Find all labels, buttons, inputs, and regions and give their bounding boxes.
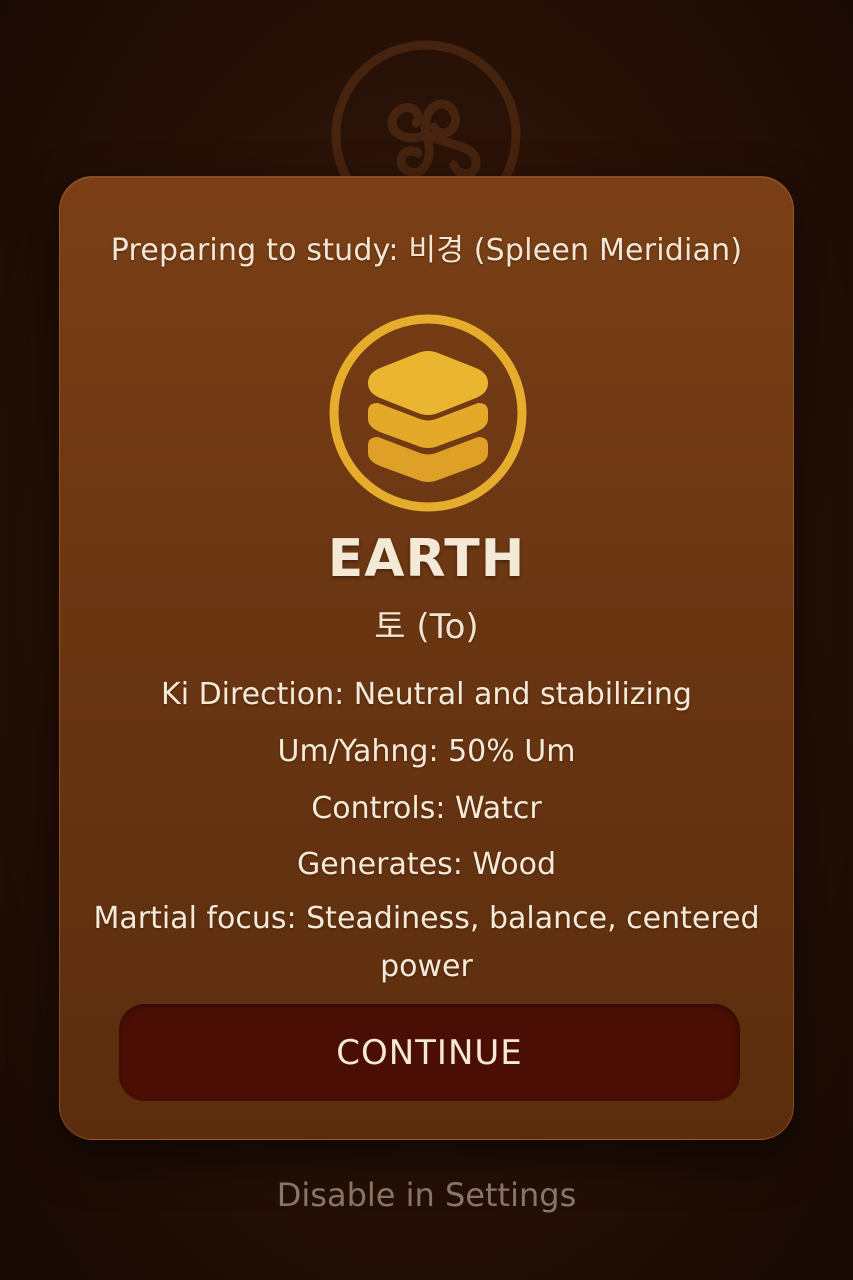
study-heading: Preparing to study: 비경 (Spleen Meridian) bbox=[110, 233, 743, 268]
controls-text: Controls: Watcr bbox=[311, 791, 542, 826]
martial-focus-text: Martial focus: Steadiness, balance, cent… bbox=[93, 901, 760, 984]
element-info-dialog: Preparing to study: 비경 (Spleen Meridian)… bbox=[59, 176, 794, 1140]
earth-layers-icon bbox=[329, 314, 527, 512]
generates-text: Generates: Wood bbox=[296, 847, 557, 882]
disable-in-settings-link[interactable]: Disable in Settings bbox=[0, 1176, 853, 1214]
element-subtitle: 토 (To) bbox=[374, 607, 479, 647]
element-name: EARTH bbox=[327, 529, 526, 589]
continue-button[interactable]: CONTINUE bbox=[119, 1004, 740, 1101]
ki-direction-text: Ki Direction: Neutral and stabilizing bbox=[161, 677, 692, 712]
um-yahng-text: Um/Yahng: 50% Um bbox=[277, 734, 576, 769]
